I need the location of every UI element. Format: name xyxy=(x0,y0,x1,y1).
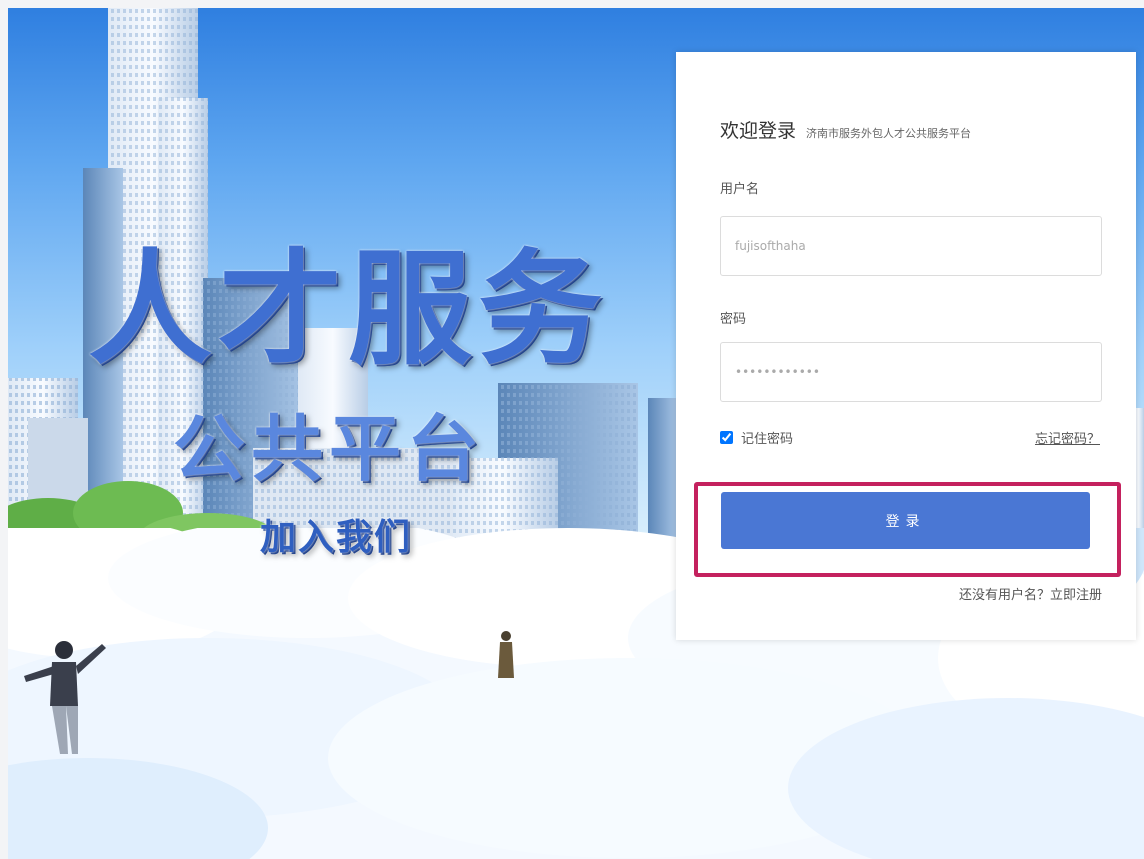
remember-label: 记住密码 xyxy=(741,432,794,447)
person-standing xyxy=(498,631,514,678)
hero-title: 人才服务 xyxy=(88,238,609,382)
welcome-header: 欢迎登录 济南市服务外包人才公共服务平台 xyxy=(720,116,971,143)
remember-password[interactable]: 记住密码 xyxy=(720,428,793,447)
hero-join: 加入我们 xyxy=(260,517,413,558)
forgot-password-link[interactable]: 忘记密码？ xyxy=(1035,428,1100,447)
password-input[interactable] xyxy=(720,342,1102,402)
remember-checkbox[interactable] xyxy=(720,431,733,444)
username-input[interactable] xyxy=(720,216,1102,276)
welcome-title: 欢迎登录 xyxy=(720,120,797,142)
hero-subtitle: 公共平台 xyxy=(173,407,486,491)
username-label: 用户名 xyxy=(720,182,760,197)
person-arms-raised xyxy=(24,641,106,754)
login-card: 欢迎登录 济南市服务外包人才公共服务平台 用户名 密码 记住密码 忘记密码？ 登… xyxy=(676,52,1136,640)
platform-name: 济南市服务外包人才公共服务平台 xyxy=(806,127,972,140)
register-link[interactable]: 还没有用户名？立即注册 xyxy=(959,584,1102,603)
login-button[interactable]: 登录 xyxy=(721,492,1090,549)
password-label: 密码 xyxy=(720,312,747,327)
background-scene: 人才服务 公共平台 加入我们 欢迎登录 济南市服务外包人才公共服务平台 用户名 … xyxy=(8,8,1144,859)
